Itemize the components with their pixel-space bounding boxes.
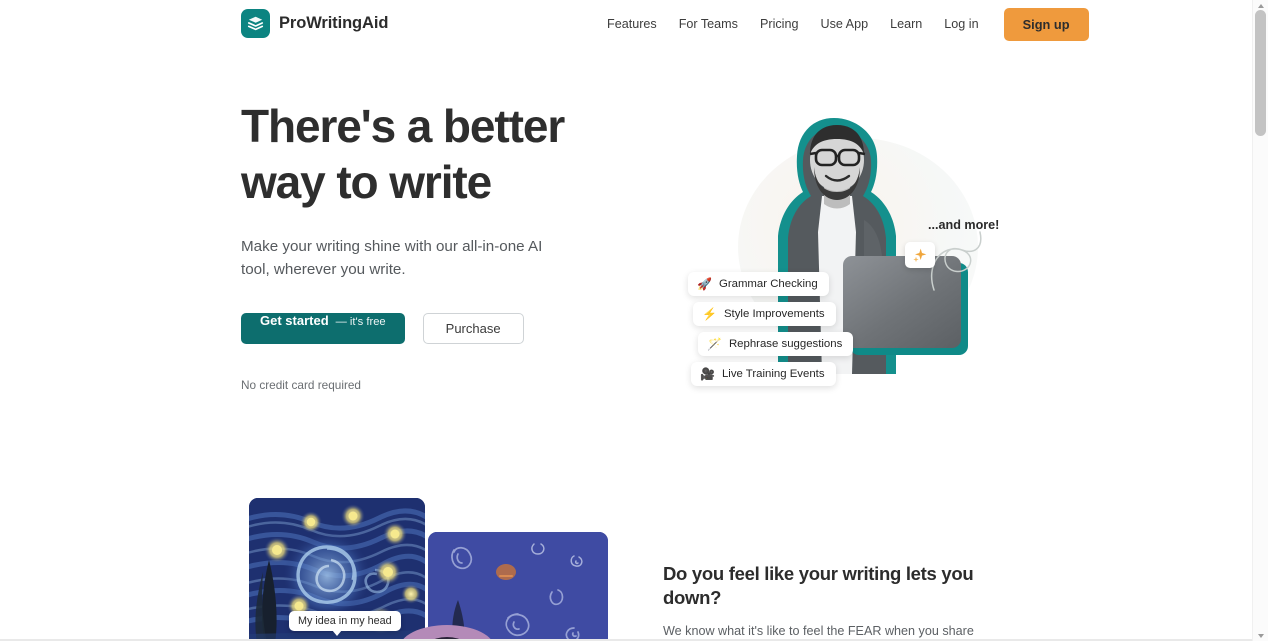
- hero-subheadline: Make your writing shine with our all-in-…: [241, 238, 543, 278]
- page-scrollbar[interactable]: [1252, 0, 1268, 641]
- hero-illustration: ...and more! 🚀 Grammar Checking ⚡ Style …: [660, 100, 1030, 440]
- scrollbar-thumb[interactable]: [1255, 10, 1266, 136]
- feature-chip-grammar-checking: 🚀 Grammar Checking: [688, 272, 829, 296]
- magic-wand-icon: 🪄: [707, 337, 722, 351]
- feature-chip-rephrase-suggestions: 🪄 Rephrase suggestions: [698, 332, 854, 356]
- feature-chip-live-training-events: 🎥 Live Training Events: [691, 362, 836, 386]
- brand-logo-link[interactable]: ProWritingAid: [241, 9, 388, 38]
- nav-item-learn[interactable]: Learn: [879, 10, 933, 38]
- hero-cta-group: Get started — it's free Purchase: [241, 313, 641, 344]
- main-navigation: Features For Teams Pricing Use App Learn…: [596, 0, 1089, 48]
- get-started-suffix: — it's free: [335, 316, 386, 328]
- feature-chip-style-improvements: ⚡ Style Improvements: [693, 302, 836, 326]
- before-after-images: My idea in my head: [249, 498, 629, 641]
- lightning-bolt-icon: ⚡: [702, 307, 717, 321]
- scroll-down-arrow-icon[interactable]: [1253, 631, 1268, 640]
- section-two-copy: Do you feel like your writing lets you d…: [663, 562, 1025, 641]
- brand-name: ProWritingAid: [279, 14, 389, 32]
- sign-up-button[interactable]: Sign up: [1003, 7, 1089, 41]
- hero-section: There's a better way to write Make your …: [0, 48, 1252, 488]
- video-camera-icon: 🎥: [700, 367, 715, 381]
- hero-headline: There's a better way to write: [241, 100, 565, 208]
- feature-chip-label: Style Improvements: [723, 308, 825, 320]
- feature-chip-label: Live Training Events: [721, 368, 825, 380]
- section-two-heading: Do you feel like your writing lets you d…: [663, 563, 974, 608]
- writing-lets-you-down-section: My idea in my head Do you feel like your…: [0, 488, 1252, 641]
- and-more-label: ...and more!: [928, 218, 1000, 232]
- feature-chip-label: Rephrase suggestions: [728, 338, 843, 350]
- prowritingaid-logo-icon: [241, 9, 270, 38]
- no-credit-card-note: No credit card required: [241, 378, 361, 392]
- get-started-button[interactable]: Get started — it's free: [241, 313, 405, 344]
- purchase-button[interactable]: Purchase: [422, 313, 524, 344]
- page-root: ProWritingAid Features For Teams Pricing…: [0, 0, 1268, 641]
- rocket-icon: 🚀: [697, 277, 712, 291]
- site-header: ProWritingAid Features For Teams Pricing…: [0, 0, 1252, 48]
- scroll-up-arrow-icon[interactable]: [1253, 1, 1268, 10]
- nav-item-log-in[interactable]: Log in: [933, 10, 989, 38]
- sparkles-badge: [905, 242, 935, 268]
- sparkles-icon: [913, 248, 927, 263]
- hero-copy: There's a better way to write Make your …: [241, 98, 641, 392]
- nav-item-features[interactable]: Features: [596, 10, 668, 38]
- nav-item-use-app[interactable]: Use App: [809, 10, 879, 38]
- nav-item-for-teams[interactable]: For Teams: [668, 10, 749, 38]
- get-started-label: Get started: [260, 313, 329, 328]
- feature-chip-stack: 🚀 Grammar Checking ⚡ Style Improvements …: [688, 272, 863, 392]
- feature-chip-label: Grammar Checking: [718, 278, 818, 290]
- my-idea-label: My idea in my head: [289, 611, 401, 636]
- nav-item-pricing[interactable]: Pricing: [749, 10, 810, 38]
